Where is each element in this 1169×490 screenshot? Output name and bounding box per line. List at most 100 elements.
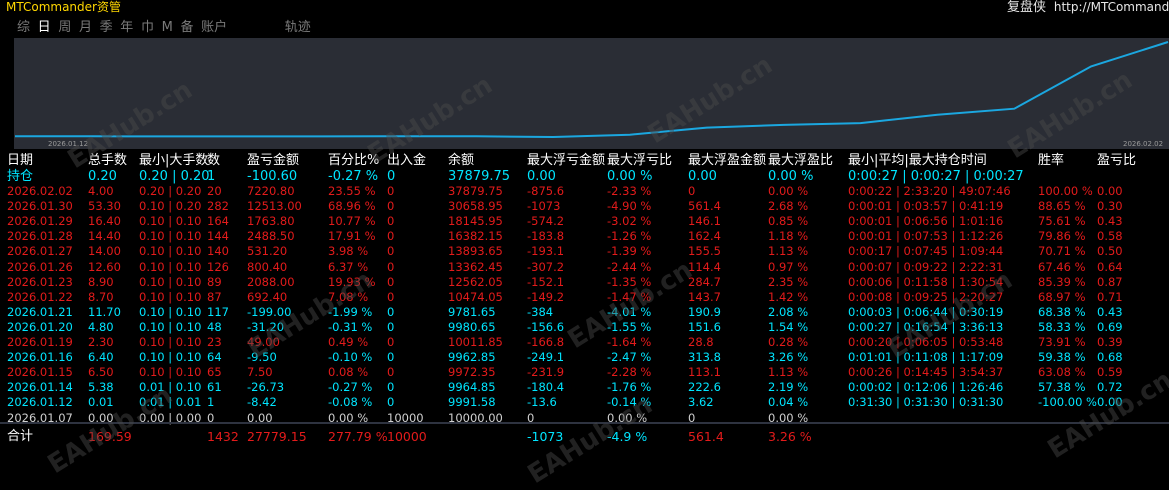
total-max-dd-amt: -1073 bbox=[527, 428, 564, 444]
table-row: 2026.01.27 14.00 0.10 | 0.10 140 531.20 3.98 … bbox=[0, 244, 1169, 259]
cell-max-fp-amt: 284.7 bbox=[688, 274, 721, 289]
cell-lots: 6.50 bbox=[88, 365, 114, 380]
cell-count: 282 bbox=[207, 199, 229, 214]
cell-max-dd-pct: -1.64 % bbox=[607, 335, 652, 350]
cell-max-fp-pct: 1.13 % bbox=[768, 365, 809, 380]
cell-max-fp-amt: 0 bbox=[688, 184, 696, 199]
cell-hold-time: 0:00:01 | 0:03:57 | 0:41:19 bbox=[848, 199, 1004, 214]
cell-minmax: 0.01 | 0.10 bbox=[139, 380, 202, 395]
tab-account[interactable]: 账户 bbox=[201, 20, 227, 35]
cell-lots: 4.80 bbox=[88, 319, 114, 334]
total-max-fp-amt: 561.4 bbox=[688, 428, 724, 444]
cell-date: 2026.01.15 bbox=[7, 365, 73, 380]
cell-minmax: 0.10 | 0.20 bbox=[139, 199, 202, 214]
cell-max-dd-amt: -13.6 bbox=[527, 395, 557, 410]
cell-max-dd-amt: -152.1 bbox=[527, 274, 565, 289]
period-tabs: 综 日 周 月 季 年 巾 M 备 账户 轨迹 bbox=[17, 19, 314, 37]
cell-balance: 16382.15 bbox=[448, 229, 503, 244]
total-flow: 10000 bbox=[387, 428, 427, 444]
cell-pnl: 12513.00 bbox=[247, 199, 302, 214]
cell-max-dd-amt: -574.2 bbox=[527, 214, 565, 229]
cell-max-fp-amt: 114.4 bbox=[688, 259, 721, 274]
cell-balance: 10011.85 bbox=[448, 335, 503, 350]
cell-lots: 14.00 bbox=[88, 244, 121, 259]
total-label: 合计 bbox=[7, 428, 34, 444]
cell-profit-factor: 0.43 bbox=[1097, 304, 1123, 319]
cell-balance: 9980.65 bbox=[448, 319, 496, 334]
cell-max-dd-amt: -1073 bbox=[527, 199, 561, 214]
cell-max-fp-amt: 162.4 bbox=[688, 229, 721, 244]
cell-flow: 0 bbox=[387, 184, 395, 199]
tab-year[interactable]: 年 bbox=[120, 20, 133, 35]
total-pnl: 27779.15 bbox=[247, 428, 307, 444]
cell-pct: 23.55 % bbox=[328, 184, 376, 199]
cell-max-dd-amt: -875.6 bbox=[527, 184, 565, 199]
cell-date: 2026.01.14 bbox=[7, 380, 73, 395]
cell-lots: 4.00 bbox=[88, 184, 114, 199]
tab-day[interactable]: 日 bbox=[38, 20, 51, 35]
cell-count: 117 bbox=[207, 304, 229, 319]
table-row: 2026.02.02 4.00 0.20 | 0.20 20 7220.80 23.55 … bbox=[0, 184, 1169, 199]
cell-win-rate: 68.97 % bbox=[1038, 289, 1086, 304]
cell-max-dd-pct: -2.47 % bbox=[607, 350, 652, 365]
cell-pnl: -31.20 bbox=[247, 319, 285, 334]
table-row: 2026.01.19 2.30 0.10 | 0.10 23 49.00 0.49 % 0 1… bbox=[0, 335, 1169, 350]
cell-max-dd-amt: -180.4 bbox=[527, 380, 565, 395]
cell-pct: 68.96 % bbox=[328, 199, 376, 214]
tab-summary[interactable]: 综 bbox=[17, 20, 30, 35]
cell-max-fp-pct: 2.68 % bbox=[768, 199, 809, 214]
cell-profit-factor: 0.68 bbox=[1097, 350, 1123, 365]
cell-profit-factor: 0.69 bbox=[1097, 319, 1123, 334]
cell-pct: 6.37 % bbox=[328, 259, 369, 274]
cell-hold-time: 0:00:08 | 0:09:25 | 2:20:27 bbox=[848, 289, 1004, 304]
cell-win-rate: 58.33 % bbox=[1038, 319, 1086, 334]
table-row: 2026.01.30 53.30 0.10 | 0.20 282 12513.00 68.… bbox=[0, 199, 1169, 214]
cell-pct: -0.27 % bbox=[328, 380, 373, 395]
cell-max-fp-pct: 0.04 % bbox=[768, 395, 809, 410]
col-max-dd-amt: 最大浮亏金额 bbox=[527, 153, 606, 168]
tab-quarter[interactable]: 季 bbox=[100, 20, 113, 35]
tab-currency[interactable]: 巾 bbox=[141, 20, 154, 35]
tab-note[interactable]: 备 bbox=[180, 20, 193, 35]
cell-max-dd-pct: -1.39 % bbox=[607, 244, 652, 259]
tab-magic[interactable]: M bbox=[162, 20, 173, 35]
table-row: 2026.01.16 6.40 0.10 | 0.10 64 -9.50 -0.10 % 0… bbox=[0, 350, 1169, 365]
cell-hold-time: 0:00:07 | 0:09:22 | 2:22:31 bbox=[848, 259, 1004, 274]
cell-minmax: 0.10 | 0.10 bbox=[139, 319, 202, 334]
cell-pnl: -9.50 bbox=[247, 350, 277, 365]
cell-max-fp-pct: 0.28 % bbox=[768, 335, 809, 350]
cell-pnl: -8.42 bbox=[247, 395, 277, 410]
cell-balance: 9964.85 bbox=[448, 380, 496, 395]
cell-count: 61 bbox=[207, 380, 222, 395]
chart-start-date: 2026.01.12 bbox=[48, 140, 89, 148]
cell-date: 2026.01.26 bbox=[7, 259, 73, 274]
brand: 复盘侠 http://MTCommand bbox=[1007, 0, 1169, 15]
tab-month[interactable]: 月 bbox=[79, 20, 92, 35]
cell-count: 65 bbox=[207, 365, 222, 380]
cell-date: 2026.01.19 bbox=[7, 335, 73, 350]
cell-profit-factor: 0.43 bbox=[1097, 214, 1123, 229]
cell-balance: 37879.75 bbox=[448, 184, 503, 199]
cell-count: 1 bbox=[207, 395, 215, 410]
cell-max-fp-amt: 28.8 bbox=[688, 335, 714, 350]
cell-minmax: 0.10 | 0.10 bbox=[139, 335, 202, 350]
cell-max-fp-pct: 3.26 % bbox=[768, 350, 809, 365]
cell-lots: 16.40 bbox=[88, 214, 121, 229]
cell-hold-time: 0:00:02 | 0:12:06 | 1:26:46 bbox=[848, 380, 1004, 395]
brand-url-link[interactable]: http://MTCommand bbox=[1054, 0, 1169, 14]
cell-hold-time: 0:00:20 | 0:06:05 | 0:53:48 bbox=[848, 335, 1004, 350]
tab-week[interactable]: 周 bbox=[58, 20, 71, 35]
cell-count: 87 bbox=[207, 289, 222, 304]
col-max-fp-pct: 最大浮盈比 bbox=[768, 153, 834, 168]
tab-trail[interactable]: 轨迹 bbox=[285, 20, 311, 35]
cell-date: 2026.01.27 bbox=[7, 244, 73, 259]
cell-max-dd-pct: -1.55 % bbox=[607, 319, 652, 334]
col-date: 日期 bbox=[7, 153, 34, 168]
cell-balance: 30658.95 bbox=[448, 199, 503, 214]
cell-pct: -0.10 % bbox=[328, 350, 373, 365]
cell-max-dd-pct: -1.47 % bbox=[607, 289, 652, 304]
cell-win-rate: -100.00 % bbox=[1038, 395, 1097, 410]
cell-lots: 12.60 bbox=[88, 259, 121, 274]
daily-rows: 2026.02.02 4.00 0.20 | 0.20 20 7220.80 23.55 … bbox=[0, 184, 1169, 426]
col-win-rate: 胜率 bbox=[1038, 153, 1065, 168]
